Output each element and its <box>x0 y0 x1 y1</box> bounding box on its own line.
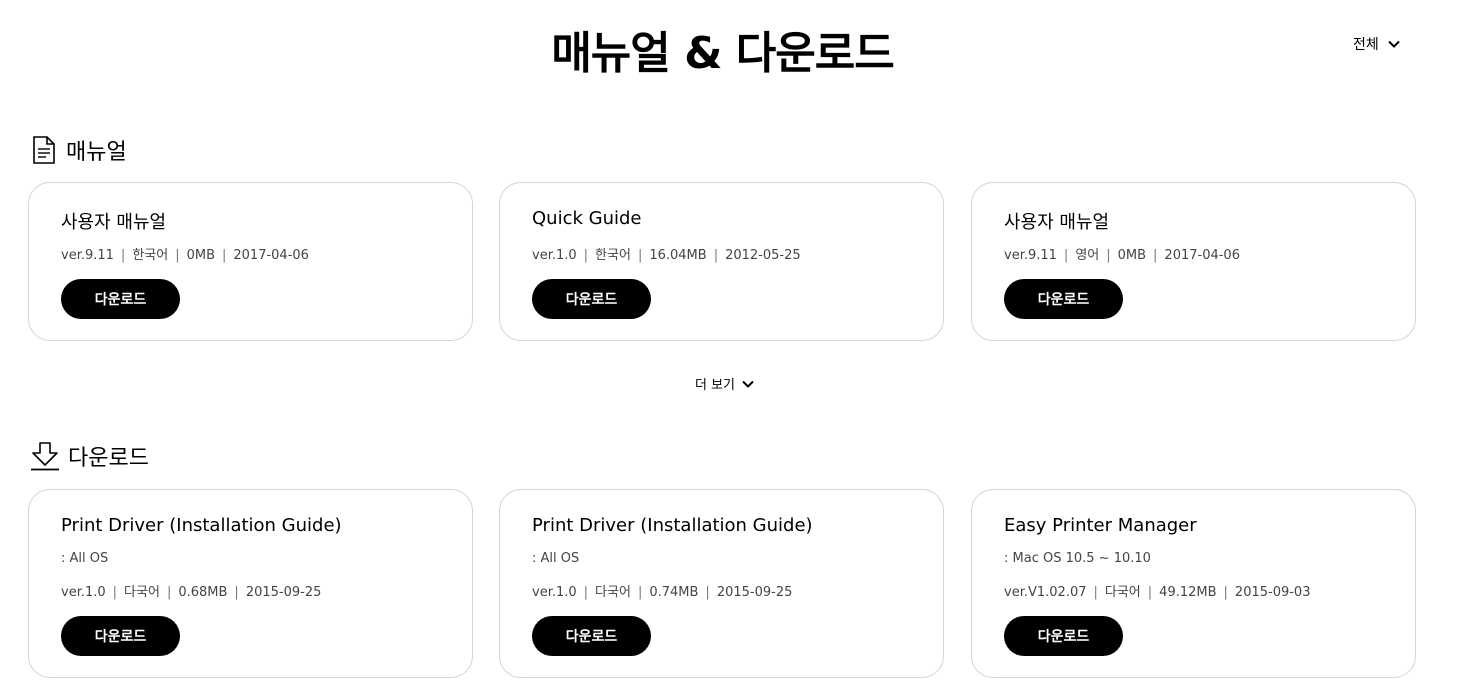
card-title: Print Driver (Installation Guide) <box>532 515 813 536</box>
card-size: 49.12MB <box>1159 585 1217 600</box>
manual-card: Quick Guide ver.1.0 | 한국어 | 16.04MB | 2012-05-… <box>499 182 944 341</box>
card-title: Easy Printer Manager <box>1004 515 1197 536</box>
download-card: Print Driver (Installation Guide) : All … <box>499 489 944 678</box>
card-version: ver.1.0 <box>61 585 106 600</box>
more-button[interactable]: 더 보기 <box>695 374 755 393</box>
card-language: 한국어 <box>595 248 631 263</box>
more-label: 더 보기 <box>695 378 736 393</box>
manual-card: 사용자 매뉴얼 ver.9.11 | 영어 | 0MB | 2017-04-06 다운로드 <box>971 182 1416 341</box>
card-size: 0MB <box>1117 248 1147 263</box>
card-size: 0.68MB <box>178 585 228 600</box>
download-card: Easy Printer Manager : Mac OS 10.5 ~ 10.… <box>971 489 1416 678</box>
card-title: 사용자 매뉴얼 <box>61 212 167 233</box>
card-version: ver.V1.02.07 <box>1004 585 1087 600</box>
manual-section-header: 매뉴얼 <box>30 134 127 166</box>
card-date: 2012-05-25 <box>725 248 801 263</box>
card-os: : Mac OS 10.5 ~ 10.10 <box>1004 551 1151 566</box>
download-icon <box>31 442 59 471</box>
card-meta: ver.1.0 | 한국어 | 16.04MB | 2012-05-25 <box>532 248 801 263</box>
card-title: Quick Guide <box>532 208 642 229</box>
card-meta: ver.V1.02.07 | 다국어 | 49.12MB | 2015-09-03 <box>1004 585 1311 600</box>
card-date: 2015-09-03 <box>1234 585 1311 600</box>
card-date: 2017-04-06 <box>233 248 309 263</box>
card-meta: ver.1.0 | 다국어 | 0.68MB | 2015-09-25 <box>61 585 322 600</box>
document-icon <box>33 136 55 164</box>
download-section-header: 다운로드 <box>30 440 149 472</box>
card-language: 다국어 <box>595 585 631 600</box>
filter-label: 전체 <box>1353 37 1379 53</box>
chevron-down-icon <box>742 380 754 388</box>
card-language: 한국어 <box>132 248 169 263</box>
filter-dropdown[interactable]: 전체 <box>1353 34 1401 54</box>
card-version: ver.1.0 <box>532 248 577 263</box>
card-title: Print Driver (Installation Guide) <box>61 515 342 536</box>
manual-card: 사용자 매뉴얼 ver.9.11 | 한국어 | 0MB | 2017-04-06 다운로드 <box>28 182 473 341</box>
card-meta: ver.9.11 | 한국어 | 0MB | 2017-04-06 <box>61 248 309 263</box>
card-version: ver.9.11 <box>1004 248 1057 263</box>
manual-section-title: 매뉴얼 <box>66 140 127 165</box>
card-version: ver.9.11 <box>61 248 114 263</box>
card-os: : All OS <box>61 551 109 566</box>
download-button[interactable]: 다운로드 <box>1004 279 1123 319</box>
card-language: 다국어 <box>1104 585 1141 600</box>
card-meta: ver.9.11 | 영어 | 0MB | 2017-04-06 <box>1004 248 1240 263</box>
download-button[interactable]: 다운로드 <box>532 616 651 656</box>
card-size: 16.04MB <box>649 248 707 263</box>
card-title: 사용자 매뉴얼 <box>1004 212 1110 233</box>
card-meta: ver.1.0 | 다국어 | 0.74MB | 2015-09-25 <box>532 585 793 600</box>
card-version: ver.1.0 <box>532 585 577 600</box>
card-os: : All OS <box>532 551 580 566</box>
download-card: Print Driver (Installation Guide) : All … <box>28 489 473 678</box>
download-section-title: 다운로드 <box>68 446 149 471</box>
chevron-down-icon <box>1388 40 1400 48</box>
card-language: 다국어 <box>124 585 160 600</box>
card-size: 0MB <box>186 248 215 263</box>
download-button[interactable]: 다운로드 <box>532 279 651 319</box>
card-date: 2017-04-06 <box>1164 248 1240 263</box>
download-button[interactable]: 다운로드 <box>61 616 180 656</box>
download-button[interactable]: 다운로드 <box>1004 616 1123 656</box>
card-language: 영어 <box>1075 248 1100 263</box>
download-button[interactable]: 다운로드 <box>61 279 180 319</box>
page-title: 매뉴얼 & 다운로드 <box>551 28 894 79</box>
card-date: 2015-09-25 <box>245 585 322 600</box>
card-size: 0.74MB <box>649 585 699 600</box>
card-date: 2015-09-25 <box>716 585 793 600</box>
